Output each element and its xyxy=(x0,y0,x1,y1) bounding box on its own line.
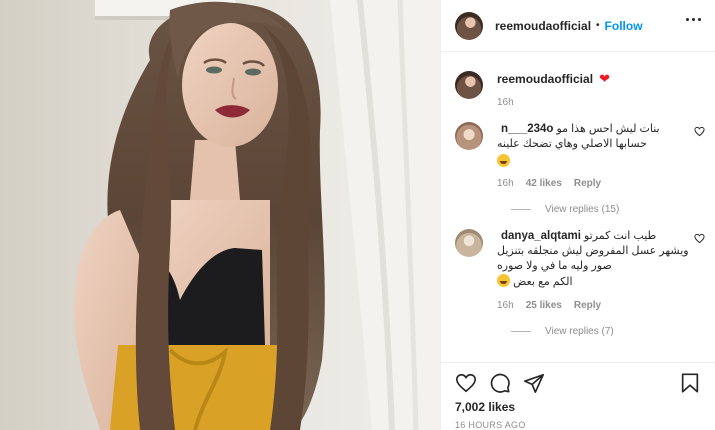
red-heart-emoji: ❤ xyxy=(599,71,610,86)
likes-count[interactable]: 7,002 likes xyxy=(455,400,701,414)
post-photo-illustration xyxy=(0,0,440,430)
post-caption: reemoudaofficial ❤ 16h xyxy=(455,71,701,108)
comment-like-heart-icon[interactable] xyxy=(694,126,705,137)
view-replies-label: View replies (7) xyxy=(545,326,614,337)
owner-username[interactable]: reemoudaofficial xyxy=(495,19,591,33)
post-sidebar: reemoudaofficial • Follow reemoudaoffici… xyxy=(440,0,715,430)
comment-icon[interactable] xyxy=(489,372,511,394)
comment-item: بنات ليش احس هذا مو n___234o حسابها الاص… xyxy=(455,122,705,189)
more-options-icon[interactable] xyxy=(686,18,701,21)
bookmark-icon[interactable] xyxy=(679,372,701,394)
comment-item: طيب انت كمرتو danya_alqtami ويشهر عسل ال… xyxy=(455,229,705,311)
comment-text: طيب انت كمرتو danya_alqtami xyxy=(497,229,692,244)
caption-username[interactable]: reemoudaofficial xyxy=(497,72,593,86)
post-timestamp: 16 HOURS AGO xyxy=(455,420,526,430)
reply-button[interactable]: Reply xyxy=(574,178,601,189)
post-actions: 7,002 likes 16 HOURS AGO xyxy=(441,362,715,430)
follow-button[interactable]: Follow xyxy=(605,19,643,33)
owner-avatar[interactable] xyxy=(455,11,483,40)
comments-list[interactable]: reemoudaofficial ❤ 16h بنات ليش احس هذا … xyxy=(441,53,715,362)
laughing-emoji xyxy=(497,154,510,167)
caption-avatar[interactable] xyxy=(455,71,483,99)
share-icon[interactable] xyxy=(523,372,545,394)
view-replies-button[interactable]: View replies (15) xyxy=(511,204,701,215)
view-replies-button[interactable]: View replies (7) xyxy=(511,326,701,337)
commenter-avatar[interactable] xyxy=(455,229,483,257)
commenter-avatar[interactable] xyxy=(455,122,483,150)
view-replies-label: View replies (15) xyxy=(545,204,620,215)
comment-text-line1: طيب انت كمرتو xyxy=(583,230,657,242)
comment-likes[interactable]: 25 likes xyxy=(526,300,562,311)
view-replies-line xyxy=(511,331,531,332)
reply-button[interactable]: Reply xyxy=(574,300,601,311)
heart-icon[interactable] xyxy=(455,372,477,394)
comment-time: 16h xyxy=(497,178,514,189)
laughing-emoji xyxy=(497,274,510,287)
comment-text-rest: حسابها الاصلي وهاي تضحك علينه xyxy=(497,138,647,150)
post-header: reemoudaofficial • Follow xyxy=(441,0,715,52)
comment-username[interactable]: danya_alqtami xyxy=(501,230,581,242)
comment-text: بنات ليش احس هذا مو n___234o xyxy=(497,122,692,137)
comment-likes[interactable]: 42 likes xyxy=(526,178,562,189)
comment-text-last: الكم مع بعض xyxy=(497,274,692,290)
instagram-post-modal: reemoudaofficial • Follow reemoudaoffici… xyxy=(0,0,715,430)
header-separator: • xyxy=(596,20,600,31)
comment-meta: 16h 42 likes Reply xyxy=(497,178,692,189)
comment-text-line1: بنات ليش احس هذا مو xyxy=(556,123,660,135)
comment-like-heart-icon[interactable] xyxy=(694,233,705,244)
comment-username[interactable]: n___234o xyxy=(501,123,553,135)
comment-time: 16h xyxy=(497,300,514,311)
post-photo[interactable] xyxy=(0,0,440,430)
view-replies-line xyxy=(511,209,531,210)
caption-timestamp: 16h xyxy=(497,97,514,108)
comment-meta: 16h 25 likes Reply xyxy=(497,300,692,311)
comment-text-rest: ويشهر عسل المفروض ليش منجلقه بتنزيل صور … xyxy=(497,245,689,272)
